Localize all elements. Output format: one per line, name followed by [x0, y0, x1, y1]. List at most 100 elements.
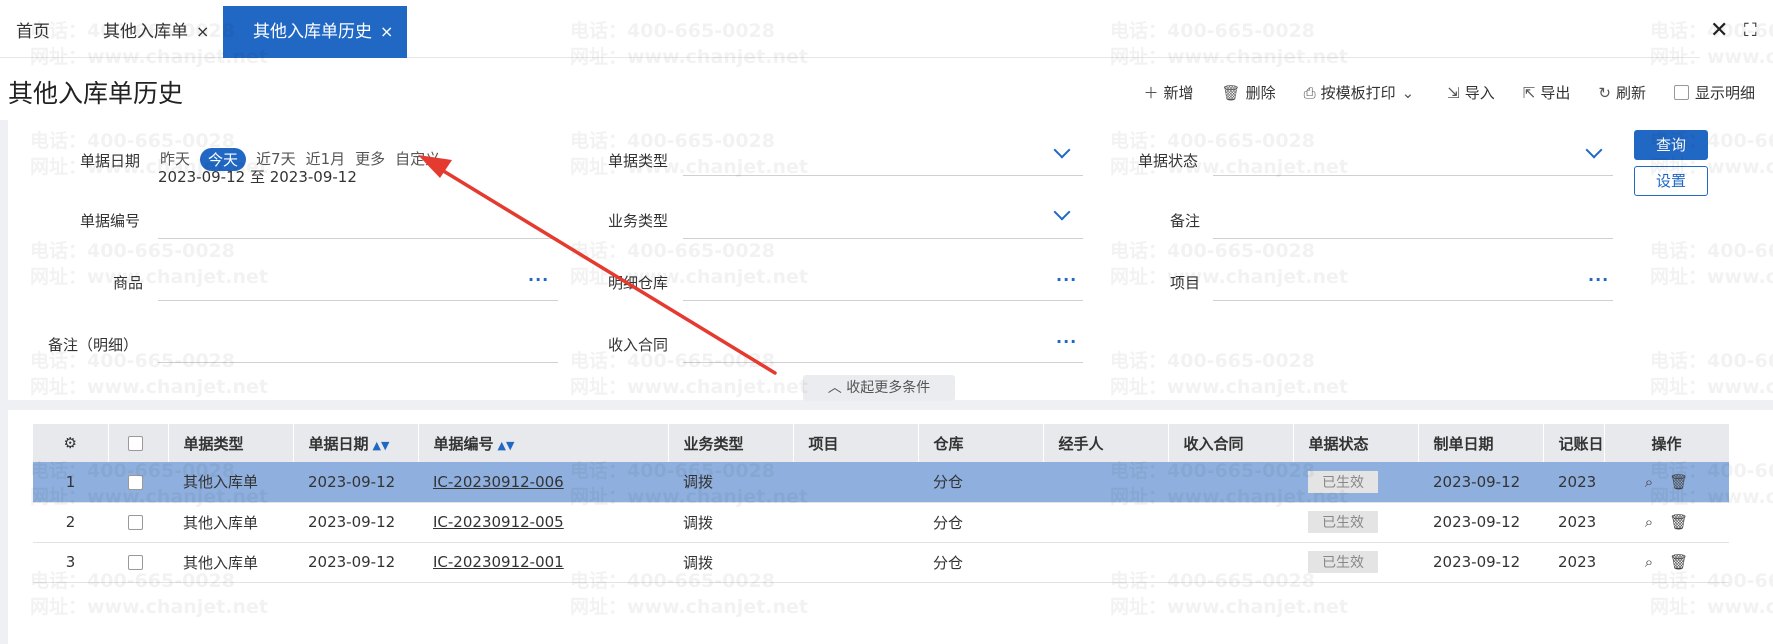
cell-warehouse: 分仓 — [918, 462, 1043, 503]
row-checkbox[interactable] — [108, 502, 168, 543]
remark-detail-input[interactable] — [158, 362, 558, 363]
row-check-box[interactable] — [127, 555, 143, 570]
sort-icon[interactable]: ▲▼ — [498, 439, 515, 452]
income-contract-label: 收入合同 — [608, 336, 669, 354]
page-title: 其他入库单历史 — [8, 79, 184, 108]
refresh-button[interactable]: ↻ 刷新 — [1598, 82, 1646, 103]
doc-status-select[interactable] — [1213, 175, 1613, 176]
fullscreen-icon[interactable]: ⛶ — [1744, 20, 1757, 41]
col-doc-date[interactable]: 单据日期 ▲▼ — [293, 424, 419, 462]
goods-label: 商品 — [113, 274, 144, 292]
cell-handler — [1043, 502, 1168, 543]
col-doc-type: 单据类型 — [168, 424, 294, 462]
plus-icon: ＋ — [1143, 84, 1159, 102]
export-button[interactable]: ⇱ 导出 — [1523, 82, 1571, 103]
settings-button[interactable]: 设置 — [1634, 166, 1708, 196]
detail-warehouse-input[interactable] — [683, 300, 1083, 301]
view-icon[interactable]: ⌕ — [1645, 473, 1653, 491]
more-icon[interactable]: ··· — [528, 270, 549, 289]
cell-doc-no[interactable]: IC-20230912-006 — [418, 462, 668, 503]
trash-icon[interactable]: 🗑 — [1669, 553, 1688, 571]
print-label: 按模板打印 — [1320, 84, 1396, 102]
more-icon[interactable]: ··· — [1056, 332, 1077, 351]
col-biz-type: 业务类型 — [668, 424, 794, 462]
income-contract-input[interactable] — [683, 362, 1083, 363]
tab-other-inbound-history[interactable]: 其他入库单历史 × — [223, 6, 407, 58]
chevron-down-icon[interactable] — [1053, 203, 1071, 221]
select-all-checkbox[interactable] — [108, 424, 169, 462]
cell-biz-type: 调拨 — [668, 542, 793, 583]
row-checkbox[interactable] — [108, 462, 168, 503]
col-post-date: 记账日 — [1543, 424, 1605, 462]
col-doc-no[interactable]: 单据编号 ▲▼ — [418, 424, 669, 462]
doc-type-select[interactable] — [683, 175, 1083, 176]
view-icon[interactable]: ⌕ — [1645, 553, 1653, 571]
remark-input[interactable] — [1213, 238, 1613, 239]
table-row[interactable]: 2 其他入库单 2023-09-12 IC-20230912-005 调拨 分仓… — [33, 502, 1730, 543]
doc-no-link[interactable]: IC-20230912-006 — [433, 473, 564, 491]
tab-other-inbound[interactable]: 其他入库单 × — [103, 6, 209, 58]
goods-input[interactable] — [158, 300, 558, 301]
select-all-box[interactable] — [127, 436, 143, 451]
collapse-conditions-button[interactable]: ︿ 收起更多条件 — [803, 375, 955, 401]
table-panel: ⚙ 单据类型 单据日期 ▲▼ 单据编号 ▲▼ 业务类型 项目 仓库 经手人 收入合同… — [8, 410, 1773, 644]
date-range-value[interactable]: 2023-09-12 至 2023-09-12 — [158, 166, 357, 187]
project-input[interactable] — [1213, 300, 1613, 301]
trash-icon: 🗑 — [1221, 83, 1241, 102]
table-row[interactable]: 1 其他入库单 2023-09-12 IC-20230912-006 调拨 分仓… — [33, 462, 1730, 503]
remark-label: 备注 — [1170, 212, 1201, 230]
col-doc-no-label: 单据编号 — [433, 434, 494, 453]
add-button[interactable]: ＋新增 — [1144, 82, 1194, 103]
column-settings-icon[interactable]: ⚙ — [33, 424, 109, 462]
doc-no-input[interactable] — [158, 238, 558, 239]
row-checkbox[interactable] — [108, 542, 168, 583]
more-icon[interactable]: ··· — [1588, 270, 1609, 289]
biz-type-select[interactable] — [683, 238, 1083, 239]
print-template-button[interactable]: ⎙ 按模板打印 ⌄ — [1304, 82, 1420, 103]
cell-doc-type: 其他入库单 — [168, 502, 293, 543]
close-icon[interactable]: × — [196, 22, 209, 41]
show-detail-toggle[interactable]: 显示明细 — [1673, 82, 1755, 103]
cell-contract — [1168, 502, 1293, 543]
tab-home[interactable]: 首页 — [16, 6, 50, 58]
query-button[interactable]: 查询 — [1634, 130, 1708, 160]
export-icon: ⇱ — [1522, 83, 1536, 102]
chevron-down-icon[interactable]: ⌄ — [1402, 84, 1415, 102]
doc-date-label: 单据日期 — [80, 152, 141, 170]
cell-handler — [1043, 542, 1168, 583]
cell-doc-no[interactable]: IC-20230912-005 — [418, 502, 668, 543]
trash-icon[interactable]: 🗑 — [1669, 473, 1688, 491]
cell-doc-date: 2023-09-12 — [293, 462, 418, 503]
cell-status: 已生效 — [1293, 502, 1418, 543]
import-button[interactable]: ⇲ 导入 — [1447, 82, 1495, 103]
doc-no-link[interactable]: IC-20230912-005 — [433, 513, 564, 531]
show-detail-checkbox[interactable] — [1673, 85, 1689, 100]
date-more[interactable]: 更多 — [355, 148, 385, 171]
col-income-contract: 收入合同 — [1168, 424, 1294, 462]
window-controls: ✕ ⛶ — [1700, 0, 1773, 58]
doc-no-link[interactable]: IC-20230912-001 — [433, 553, 564, 571]
sort-icon[interactable]: ▲▼ — [373, 439, 390, 452]
table-row[interactable]: 3 其他入库单 2023-09-12 IC-20230912-001 调拨 分仓… — [33, 542, 1730, 583]
table-header-row: ⚙ 单据类型 单据日期 ▲▼ 单据编号 ▲▼ 业务类型 项目 仓库 经手人 收入合同… — [33, 424, 1730, 462]
cell-doc-date: 2023-09-12 — [293, 502, 418, 543]
more-icon[interactable]: ··· — [1056, 270, 1077, 289]
delete-label: 删除 — [1245, 84, 1276, 102]
refresh-label: 刷新 — [1615, 84, 1646, 102]
trash-icon[interactable]: 🗑 — [1669, 513, 1688, 531]
view-icon[interactable]: ⌕ — [1645, 513, 1653, 531]
close-icon[interactable]: × — [380, 22, 393, 41]
close-window-icon[interactable]: ✕ — [1710, 18, 1728, 43]
delete-button[interactable]: 🗑 删除 — [1222, 82, 1276, 103]
cell-doc-type: 其他入库单 — [168, 542, 293, 583]
date-custom[interactable]: 自定义 — [395, 148, 440, 171]
cell-doc-no[interactable]: IC-20230912-001 — [418, 542, 668, 583]
cell-create-date: 2023-09-12 — [1418, 502, 1543, 543]
cell-create-date: 2023-09-12 — [1418, 462, 1543, 503]
col-handler: 经手人 — [1043, 424, 1169, 462]
refresh-icon: ↻ — [1598, 83, 1611, 102]
chevron-down-icon[interactable] — [1053, 141, 1071, 159]
chevron-down-icon[interactable] — [1585, 141, 1603, 159]
row-check-box[interactable] — [127, 474, 143, 490]
row-check-box[interactable] — [127, 515, 143, 530]
